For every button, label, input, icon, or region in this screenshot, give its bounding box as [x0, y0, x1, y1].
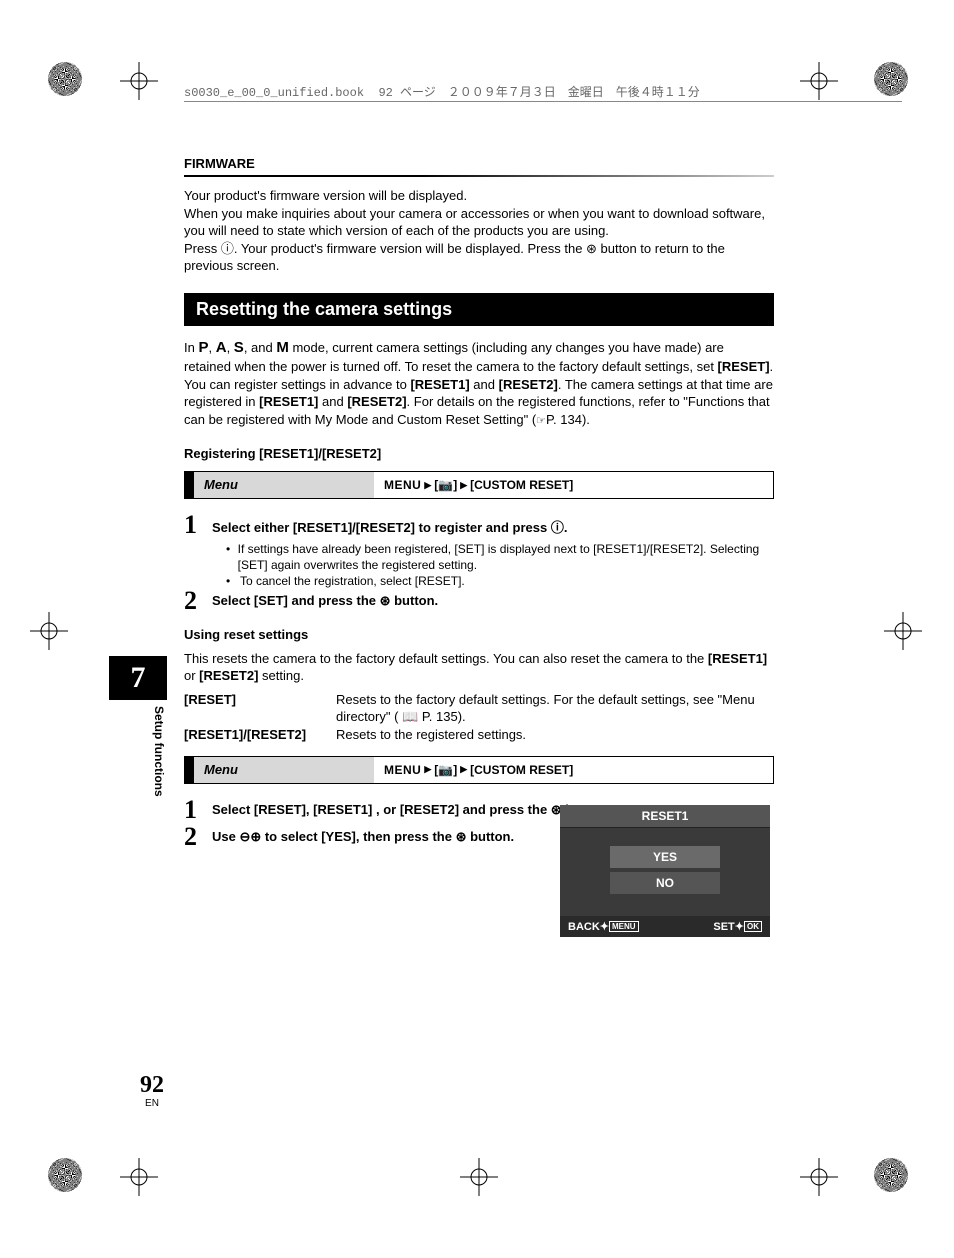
crop-target	[30, 612, 68, 650]
reset1-tag: [RESET1]	[708, 651, 767, 666]
crop-target	[800, 62, 838, 100]
chapter-tab: 7	[109, 656, 167, 700]
menu-tab	[184, 757, 194, 783]
reset2-tag: [RESET2]	[499, 377, 558, 392]
using-paragraph: This resets the camera to the factory de…	[184, 650, 774, 685]
page-ref-icon: ☞	[536, 414, 546, 429]
t: mode, current camera settings (including…	[184, 340, 724, 374]
step-number: 1	[184, 798, 202, 821]
step-text: Select either [RESET1]/[RESET2] to regis…	[212, 513, 774, 536]
crop-target	[120, 62, 158, 100]
reset1-tag: [RESET1]	[410, 377, 469, 392]
mode-s: S	[234, 339, 244, 356]
def-val: Resets to the registered settings.	[336, 726, 774, 744]
t: and	[470, 377, 499, 392]
back-label: BACK✦MENU	[568, 920, 639, 933]
menu-word: MENU	[384, 478, 421, 492]
page-jp-text: 92 ページ ２００９年７月３日 金曜日 午後４時１１分	[378, 86, 699, 100]
option-no[interactable]: NO	[610, 872, 720, 894]
t: setting.	[258, 668, 304, 683]
registering-heading: Registering [RESET1]/[RESET2]	[184, 446, 774, 461]
step-2: 2 Select [SET] and press the ⊛ button.	[184, 589, 774, 612]
arrow-icon: ▶	[424, 480, 431, 491]
reset-intro: In P, A, S, and M mode, current camera s…	[184, 338, 774, 429]
arrow-icon: ▶	[424, 764, 431, 775]
page-content: FIRMWARE Your product's firmware version…	[184, 156, 774, 852]
menu-cam-icon: [📷]	[434, 763, 457, 777]
step-text: Select [SET] and press the ⊛ button.	[212, 589, 774, 609]
crop-mark	[874, 62, 908, 96]
reset-tag: [RESET]	[718, 359, 770, 374]
menu-word: MENU	[384, 763, 421, 777]
mode-m: M	[276, 339, 289, 356]
arrow-icon: ▶	[460, 764, 467, 775]
definition-table: [RESET] Resets to the factory default se…	[184, 691, 774, 744]
firmware-heading: FIRMWARE	[184, 156, 774, 171]
arrow-icon: ▶	[460, 480, 467, 491]
t: and	[318, 394, 347, 409]
camera-screen-title: RESET1	[560, 805, 770, 828]
menu-path: MENU ▶ [📷] ▶ [CUSTOM RESET]	[374, 472, 773, 498]
menu-cam-icon: [📷]	[434, 478, 457, 492]
note-text: If settings have already been registered…	[238, 541, 774, 573]
section-rule	[184, 175, 774, 177]
page-lang: EN	[133, 1098, 171, 1109]
crop-mark	[48, 1158, 82, 1192]
menu-path: MENU ▶ [📷] ▶ [CUSTOM RESET]	[374, 757, 773, 783]
crop-mark	[48, 62, 82, 96]
option-yes[interactable]: YES	[610, 846, 720, 868]
menu-target: [CUSTOM RESET]	[470, 763, 573, 777]
header-rule	[184, 101, 902, 102]
menu-tab	[184, 472, 194, 498]
step-1: 1 Select either [RESET1]/[RESET2] to reg…	[184, 513, 774, 536]
def-val: Resets to the factory default settings. …	[336, 691, 774, 726]
crop-target	[884, 612, 922, 650]
reset-title-bar: Resetting the camera settings	[184, 293, 774, 326]
firmware-paragraph: Your product's firmware version will be …	[184, 187, 774, 275]
reset1-tag: [RESET1]	[259, 394, 318, 409]
set-label: SET✦OK	[713, 920, 762, 933]
def-key: [RESET1]/[RESET2]	[184, 726, 324, 744]
filename-text: s0030_e_00_0_unified.book	[184, 86, 364, 100]
crop-mark	[874, 1158, 908, 1192]
t: This resets the camera to the factory de…	[184, 651, 708, 666]
reset2-tag: [RESET2]	[199, 668, 258, 683]
reset2-tag: [RESET2]	[347, 394, 406, 409]
page-number: 92	[133, 1072, 171, 1099]
mode-p: P	[198, 339, 208, 356]
step-1-notes: •If settings have already been registere…	[226, 541, 774, 590]
book-header: s0030_e_00_0_unified.book 92 ページ ２００９年７月…	[184, 83, 774, 100]
chapter-label: Setup functions	[152, 706, 166, 797]
note-text: To cancel the registration, select [RESE…	[240, 573, 465, 589]
step-number: 2	[184, 825, 202, 848]
crop-target	[800, 1158, 838, 1196]
using-heading: Using reset settings	[184, 627, 774, 642]
crop-target	[460, 1158, 498, 1196]
menu-target: [CUSTOM RESET]	[470, 478, 573, 492]
step-number: 2	[184, 589, 202, 612]
camera-screen: RESET1 YES NO BACK✦MENU SET✦OK	[560, 805, 770, 937]
page-ref: P. 134).	[546, 412, 590, 427]
menu-label: Menu	[194, 472, 374, 498]
menu-path-row: Menu MENU ▶ [📷] ▶ [CUSTOM RESET]	[184, 471, 774, 499]
menu-label: Menu	[194, 757, 374, 783]
def-key: [RESET]	[184, 691, 324, 726]
mode-a: A	[216, 339, 227, 356]
crop-target	[120, 1158, 158, 1196]
menu-path-row: Menu MENU ▶ [📷] ▶ [CUSTOM RESET]	[184, 756, 774, 784]
t: In	[184, 340, 198, 355]
step-number: 1	[184, 513, 202, 536]
t: or	[184, 668, 199, 683]
